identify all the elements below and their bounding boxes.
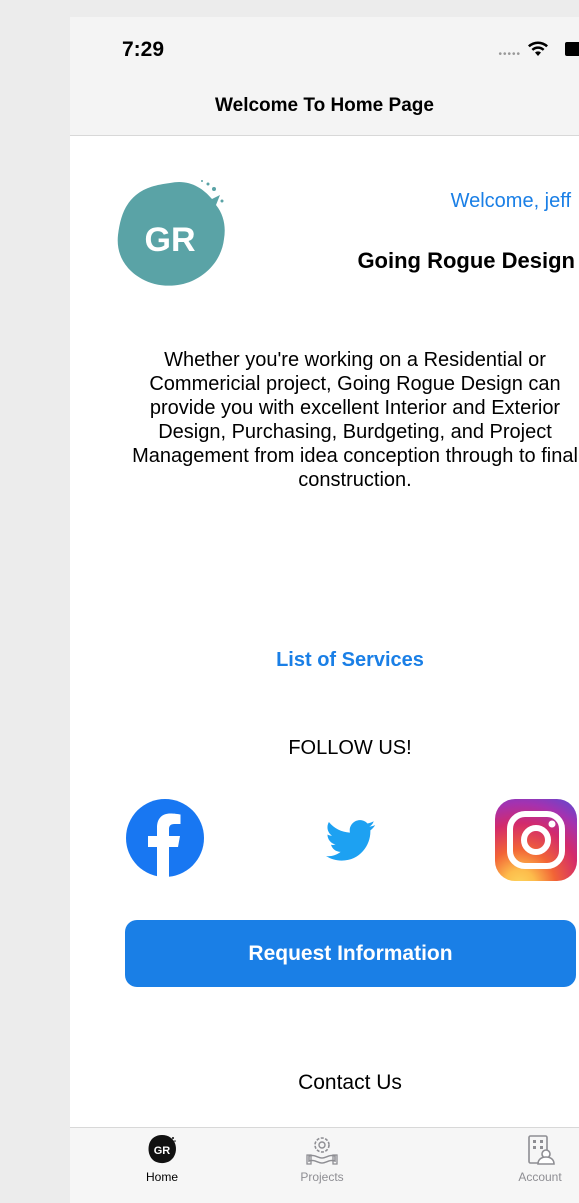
app-screen: 7:29 ••••• Welcome To Home Page GR Welco…	[70, 17, 579, 1203]
welcome-link[interactable]: Welcome, jeff	[451, 190, 571, 213]
svg-text:GR: GR	[154, 1145, 171, 1157]
follow-us-label: FOLLOW US!	[288, 737, 412, 759]
company-name: Going Rogue Design	[357, 248, 575, 273]
tab-home-label: Home	[145, 1170, 178, 1184]
list-of-services-link[interactable]: List of Services	[70, 649, 579, 672]
contact-us-link[interactable]: Contact Us	[70, 1071, 579, 1095]
logo-text: GR	[145, 221, 196, 259]
page-title: Welcome To Home Page	[215, 95, 434, 116]
status-time: 7:29	[122, 38, 165, 61]
status-bar: 7:29 •••••	[70, 17, 579, 77]
wifi-icon	[528, 41, 548, 56]
tab-projects-label: Projects	[300, 1170, 344, 1184]
tab-account[interactable]: Account	[490, 1128, 579, 1203]
company-logo: GR	[117, 180, 225, 286]
twitter-icon[interactable]	[326, 820, 376, 862]
tab-account-label: Account	[518, 1170, 562, 1184]
navigation-bar: Welcome To Home Page	[70, 77, 579, 136]
tab-home[interactable]: GR Home	[112, 1128, 212, 1203]
account-icon	[528, 1135, 555, 1165]
instagram-icon[interactable]	[495, 799, 577, 881]
logo-icon: GR	[148, 1135, 176, 1164]
projects-icon	[306, 1137, 338, 1165]
tab-projects[interactable]: Projects	[272, 1128, 372, 1203]
tab-bar: GR Home Projects Account	[70, 1127, 579, 1203]
facebook-icon[interactable]	[126, 799, 204, 877]
battery-icon	[565, 42, 579, 56]
request-information-button[interactable]: Request Information	[125, 920, 576, 987]
intro-text: Whether you're working on a Residential …	[132, 349, 578, 491]
signal-icon: •••••	[498, 49, 521, 60]
